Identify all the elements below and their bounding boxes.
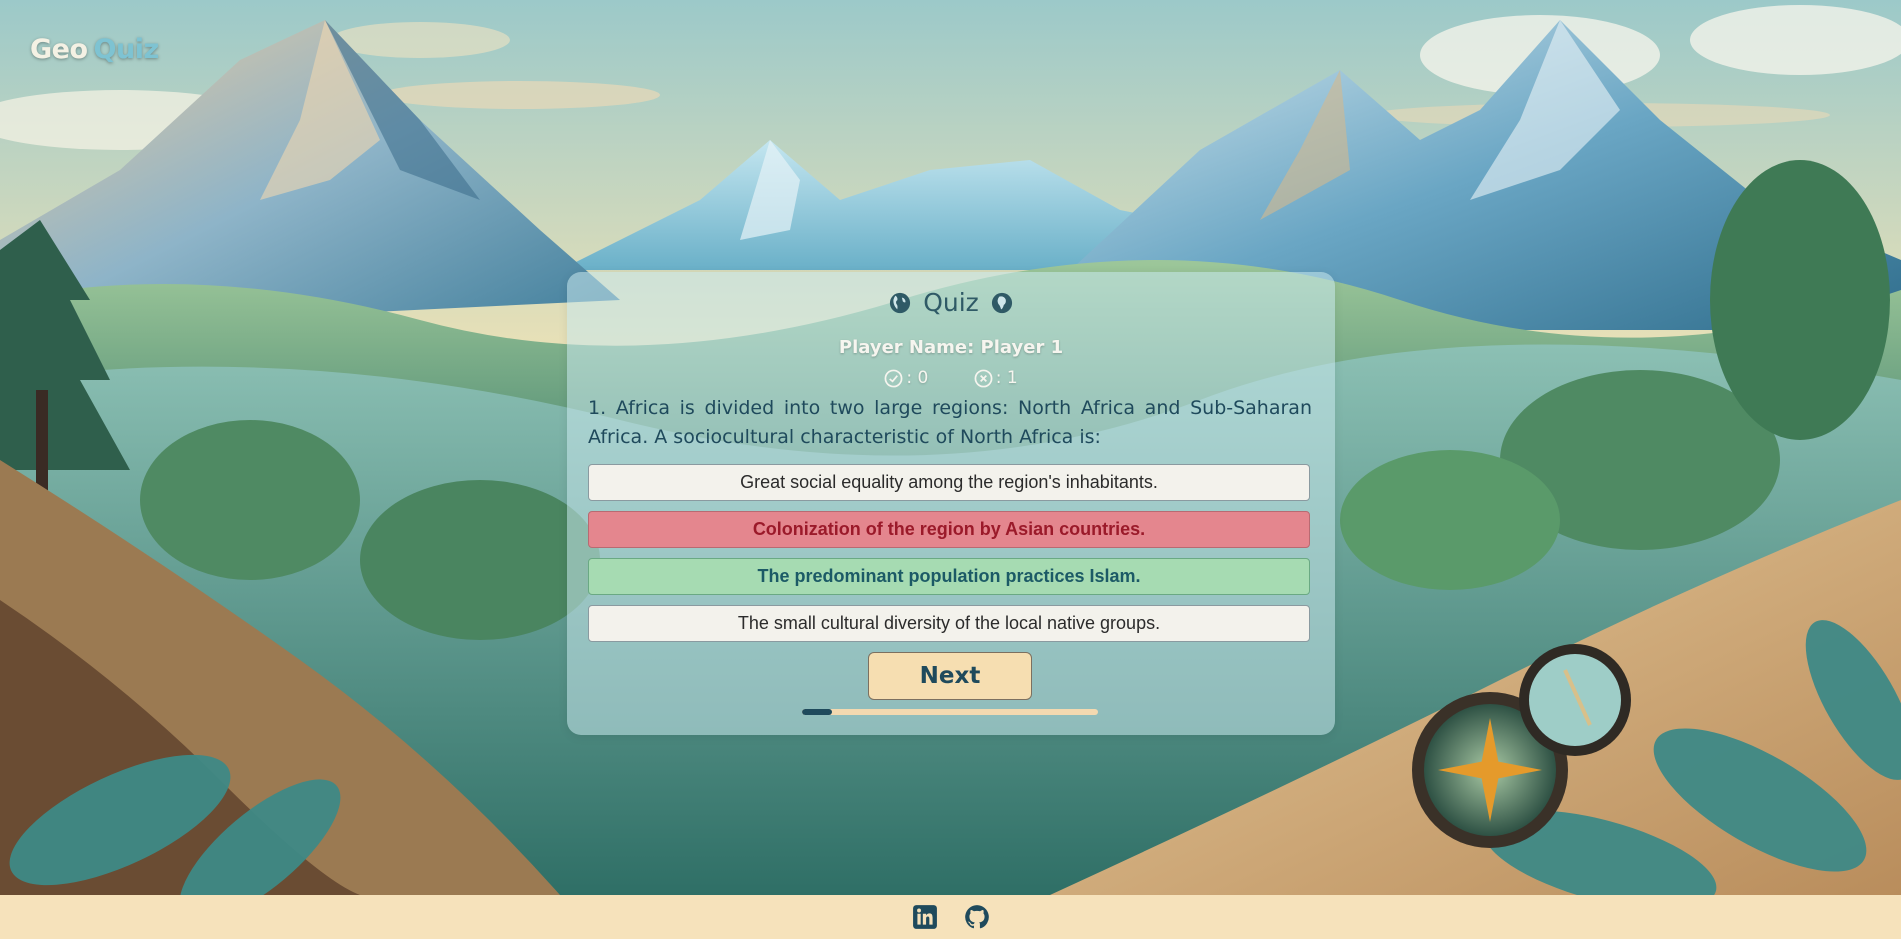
progress-fill [802,709,832,715]
footer [0,895,1901,939]
next-button[interactable]: Next [868,652,1032,700]
answer-option-4[interactable]: The small cultural diversity of the loca… [588,605,1310,642]
quiz-card: Quiz Player Name: Player 1 : 0: 1 1. Af… [567,272,1335,735]
logo-part-geo: Geo [30,34,88,65]
question-text: 1. Africa is divided into two large regi… [588,397,1312,448]
answer-option-1[interactable]: Great social equality among the region's… [588,464,1310,501]
check-circle-icon [884,369,903,387]
quiz-page: Geo Quiz Quiz Player Name: Player 1: 0 … [0,0,1901,939]
globe-africa-icon [991,292,1012,314]
score-panel: : 0 : 1 [567,368,1335,393]
github-icon[interactable] [964,904,990,930]
app-logo[interactable]: Geo Quiz [30,34,159,65]
quiz-title-text: Quiz [923,288,979,317]
x-circle-icon [974,369,993,387]
logo-part-quiz: Quiz [93,34,160,65]
wrong-score-value: : 1 [995,368,1018,388]
answer-option-2[interactable]: Colonization of the region by Asian coun… [588,511,1310,548]
answer-option-3[interactable]: The predominant population practices Isl… [588,558,1310,595]
progress-bar [802,709,1098,715]
wrong-score: : 1 [974,368,1018,388]
correct-score: : 0 [884,368,928,388]
correct-score-value: : 0 [906,368,929,388]
globe-americas-icon [890,292,911,314]
player-name: Player Name: Player 1 [838,337,1064,358]
linkedin-icon[interactable] [912,904,938,930]
quiz-title: Quiz [567,288,1335,317]
